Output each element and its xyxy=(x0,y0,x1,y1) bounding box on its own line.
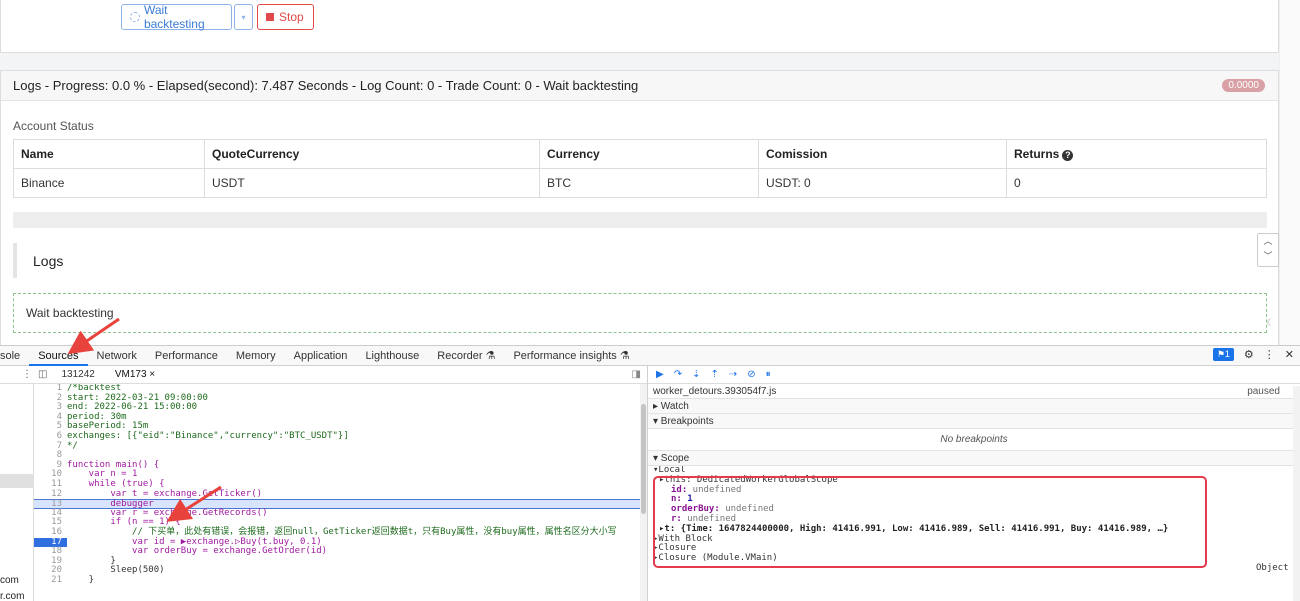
table-row: Binance USDT BTC USDT: 0 0 xyxy=(13,168,1267,198)
tab-sources[interactable]: Sources xyxy=(29,346,88,366)
message-count: 1 xyxy=(1224,349,1230,359)
step-icon[interactable]: ⇢ xyxy=(729,369,737,380)
deactivate-breakpoints-icon[interactable]: ⊘ xyxy=(747,369,755,380)
control-card: Wait backtesting ▾ Stop xyxy=(0,0,1279,53)
breakpoints-section[interactable]: ▾ Breakpoints xyxy=(648,414,1300,429)
tab-performance-insights[interactable]: Performance insights ⚗ xyxy=(504,346,638,366)
debugger-scrollbar[interactable] xyxy=(1293,386,1300,601)
toggle-debugger-icon[interactable]: ◨ xyxy=(632,369,641,380)
selected-navigator-item[interactable] xyxy=(0,474,34,488)
scroll-up-down-control[interactable]: ︿ ﹀ xyxy=(1257,233,1279,267)
thread-status: paused xyxy=(1247,385,1280,397)
wait-backtesting-button[interactable]: Wait backtesting xyxy=(121,3,232,31)
close-icon[interactable]: ✕ xyxy=(1285,348,1294,361)
thread-row[interactable]: worker_detours.393054f7.js paused xyxy=(648,384,1300,399)
code-line: 20 Sleep(500) xyxy=(51,565,165,576)
toggle-navigator-icon[interactable]: ◫ xyxy=(38,369,51,380)
dropdown-caret-button[interactable]: ▾ xyxy=(234,4,253,30)
messages-badge[interactable]: ⚑1 xyxy=(1212,348,1234,361)
col-returns: Returns? xyxy=(1006,139,1267,169)
cell-comission: USDT: 0 xyxy=(758,168,1007,198)
debugger-toolbar: ▶︎ ↷ ⇣ ⇡ ⇢ ⊘ ⏸ xyxy=(648,366,1300,384)
tab-lighthouse[interactable]: Lighthouse xyxy=(356,346,428,366)
help-icon[interactable]: ? xyxy=(1062,150,1074,161)
cell-currency: BTC xyxy=(539,168,759,198)
tab-console[interactable]: sole xyxy=(0,346,29,366)
resume-icon[interactable]: ▶︎ xyxy=(656,369,664,380)
logs-header: Logs - Progress: 0.0 % - Elapsed(second)… xyxy=(1,71,1278,101)
step-out-icon[interactable]: ⇡ xyxy=(710,369,718,380)
more-menu-icon[interactable]: ⋮ xyxy=(1264,348,1275,361)
cell-quote-currency: USDT xyxy=(204,168,540,198)
pause-exceptions-icon[interactable]: ⏸ xyxy=(766,369,771,380)
profit-badge: 0.0000 xyxy=(1222,79,1265,92)
code-line: 12 var t = exchange.GetTicker() xyxy=(51,488,263,499)
navigator-domain[interactable]: r.com xyxy=(0,591,24,601)
spinner-icon xyxy=(130,12,140,22)
stop-icon xyxy=(266,13,274,21)
theme-toggle-icon[interactable]: ☾ xyxy=(1266,318,1275,329)
logs-card: Logs - Progress: 0.0 % - Elapsed(second)… xyxy=(0,70,1279,345)
stop-button-label: Stop xyxy=(279,10,304,24)
editor-scroll-thumb[interactable] xyxy=(641,404,646,514)
tab-memory[interactable]: Memory xyxy=(227,346,285,366)
editor-scrollbar[interactable] xyxy=(640,384,647,601)
thread-name: worker_detours.393054f7.js xyxy=(653,385,777,397)
more-tabs-icon[interactable]: ⋮ xyxy=(0,369,38,380)
object-type-label: Object xyxy=(1256,563,1289,573)
scope-section[interactable]: ▾ Scope xyxy=(648,451,1300,466)
caret-down-icon: ▾ xyxy=(241,12,246,22)
tab-network[interactable]: Network xyxy=(88,346,146,366)
file-tab-131242[interactable]: 131242 xyxy=(51,369,104,380)
account-table: Name QuoteCurrency Currency Comission Re… xyxy=(13,139,1267,198)
file-navigator: com r.com xyxy=(0,384,34,601)
col-comission: Comission xyxy=(758,139,1007,169)
table-header-row: Name QuoteCurrency Currency Comission Re… xyxy=(13,139,1267,169)
wait-button-label: Wait backtesting xyxy=(143,3,205,31)
cell-returns: 0 xyxy=(1006,168,1267,198)
gear-icon[interactable]: ⚙ xyxy=(1244,348,1254,361)
logs-title: Logs xyxy=(13,243,1267,278)
col-quote-currency: QuoteCurrency xyxy=(204,139,540,169)
no-breakpoints-message: No breakpoints xyxy=(648,429,1300,451)
step-over-icon[interactable]: ↷ xyxy=(674,369,682,380)
tab-performance[interactable]: Performance xyxy=(146,346,227,366)
code-line: 7 */ xyxy=(56,440,78,451)
navigator-domain[interactable]: com xyxy=(0,575,19,586)
page-scrollbar[interactable] xyxy=(1279,0,1300,345)
file-tab-vm173[interactable]: VM173 × xyxy=(105,369,165,380)
returns-header-label: Returns xyxy=(1014,147,1060,161)
col-currency: Currency xyxy=(539,139,759,169)
step-into-icon[interactable]: ⇣ xyxy=(692,369,700,380)
code-line: 18 var orderBuy = exchange.GetOrder(id) xyxy=(51,546,328,557)
local-scope-highlight xyxy=(653,476,1207,568)
tab-application[interactable]: Application xyxy=(285,346,357,366)
tab-recorder[interactable]: Recorder ⚗ xyxy=(428,346,504,366)
watch-section[interactable]: ▸ Watch xyxy=(648,399,1300,414)
wait-message-box: Wait backtesting xyxy=(13,293,1267,333)
chart-placeholder-bar xyxy=(13,212,1267,228)
editor-file-tabs: ⋮ ◫ 131242 VM173 × ◨ xyxy=(0,366,647,384)
chevron-down-icon[interactable]: ﹀ xyxy=(1258,249,1278,264)
code-line: 21 } xyxy=(51,574,95,585)
backtest-page: Wait backtesting ▾ Stop Logs - Progress:… xyxy=(0,0,1300,345)
col-name: Name xyxy=(13,139,205,169)
cell-name: Binance xyxy=(13,168,205,198)
devtools-right-controls: ⚑1 ⚙ ⋮ ✕ xyxy=(1212,348,1294,361)
chevron-up-icon[interactable]: ︿ xyxy=(1258,234,1278,249)
stop-button[interactable]: Stop xyxy=(257,4,314,30)
code-line: 6 exchanges: [{"eid":"Binance","currency"… xyxy=(56,430,349,441)
devtools-tab-bar: sole Sources Network Performance Memory … xyxy=(0,346,1300,366)
account-status-label: Account Status xyxy=(13,119,94,133)
code-editor[interactable]: 1/*backtest 2 start: 2022-03-21 09:00:00 … xyxy=(34,384,640,601)
